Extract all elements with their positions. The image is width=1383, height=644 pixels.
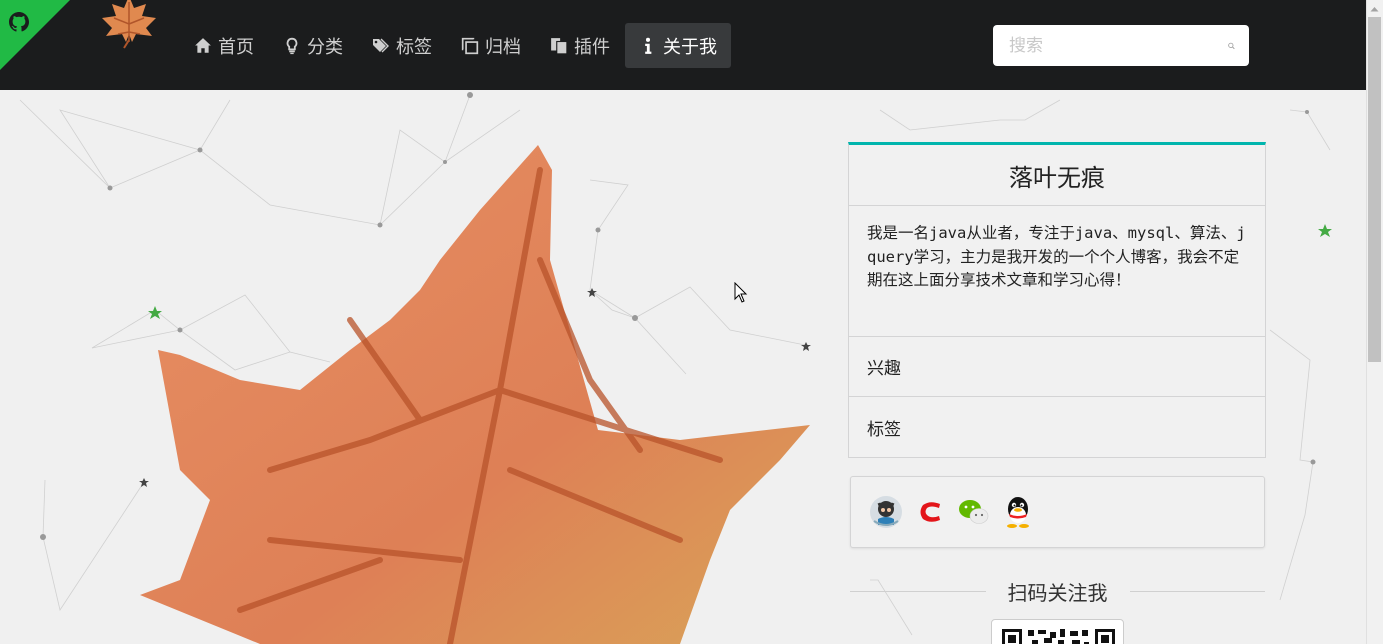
info-icon <box>645 37 652 54</box>
qr-section-header: 扫码关注我 <box>850 575 1265 607</box>
profile-description: 我是一名java从业者，专注于java、mysql、算法、jquery学习，主力… <box>849 206 1265 337</box>
nav-label: 插件 <box>574 36 610 58</box>
scrollbar-thumb[interactable] <box>1368 17 1381 362</box>
nav-item-categories[interactable]: 分类 <box>269 23 357 68</box>
profile-card: 落叶无痕 我是一名java从业者，专注于java、mysql、算法、jquery… <box>848 142 1266 458</box>
profile-row-tags[interactable]: 标签 <box>849 397 1265 457</box>
nav-item-tags[interactable]: 标签 <box>358 23 446 68</box>
nav-item-about[interactable]: 关于我 <box>625 23 731 68</box>
scroll-up-arrow-icon[interactable] <box>1366 0 1383 17</box>
tags-icon <box>373 38 389 52</box>
github-corner[interactable] <box>0 0 70 70</box>
github-icon[interactable] <box>869 495 903 529</box>
search-box <box>993 25 1249 66</box>
divider <box>850 590 986 592</box>
qr-heading: 扫码关注我 <box>1007 580 1108 605</box>
nav-item-archive[interactable]: 归档 <box>447 23 535 68</box>
qq-icon[interactable] <box>1001 495 1035 529</box>
nav-item-plugins[interactable]: 插件 <box>536 23 624 68</box>
home-icon <box>195 37 211 53</box>
search-icon[interactable] <box>1228 35 1235 57</box>
maple-leaf-illustration <box>140 145 810 644</box>
nav-label: 标签 <box>396 36 432 58</box>
logo-leaf-icon[interactable] <box>94 0 164 50</box>
main-nav: 首页 分类 标签 归档 插件 关于我 <box>180 23 732 68</box>
nav-label: 首页 <box>218 36 254 58</box>
nav-item-home[interactable]: 首页 <box>180 23 268 68</box>
copy-icon <box>551 37 568 54</box>
wechat-icon[interactable] <box>957 495 991 529</box>
search-input[interactable] <box>993 25 1228 66</box>
csdn-icon[interactable] <box>913 495 947 529</box>
nav-label: 关于我 <box>663 36 717 58</box>
nav-label: 归档 <box>485 36 521 58</box>
github-icon <box>9 12 29 32</box>
profile-row-interests[interactable]: 兴趣 <box>849 337 1265 397</box>
nav-label: 分类 <box>307 36 343 58</box>
qr-code-image <box>991 619 1124 644</box>
mouse-cursor <box>734 282 748 303</box>
profile-name: 落叶无痕 <box>849 145 1265 206</box>
clone-icon <box>461 37 479 54</box>
lightbulb-icon <box>286 37 298 54</box>
top-navbar: 首页 分类 标签 归档 插件 关于我 <box>0 0 1366 90</box>
divider <box>1129 590 1265 592</box>
social-links <box>850 476 1265 548</box>
